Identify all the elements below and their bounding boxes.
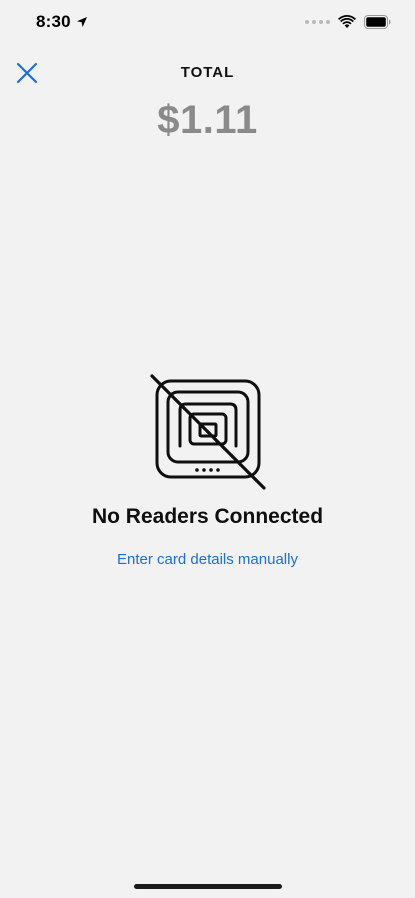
home-indicator[interactable] xyxy=(134,884,282,889)
cellular-signal-icon xyxy=(305,20,330,24)
total-amount: $1.11 xyxy=(157,98,258,142)
wifi-icon xyxy=(338,15,356,28)
total-label: TOTAL xyxy=(180,64,235,81)
status-bar: 8:30 xyxy=(0,0,415,46)
location-arrow-icon xyxy=(77,17,87,27)
no-readers-title: No Readers Connected xyxy=(91,505,324,528)
enter-card-manually-link[interactable]: Enter card details manually xyxy=(0,551,415,568)
card-reader-disconnected-icon xyxy=(150,374,266,490)
status-indicators xyxy=(305,14,391,30)
battery-icon xyxy=(364,15,391,29)
status-time: 8:30 xyxy=(36,12,71,31)
